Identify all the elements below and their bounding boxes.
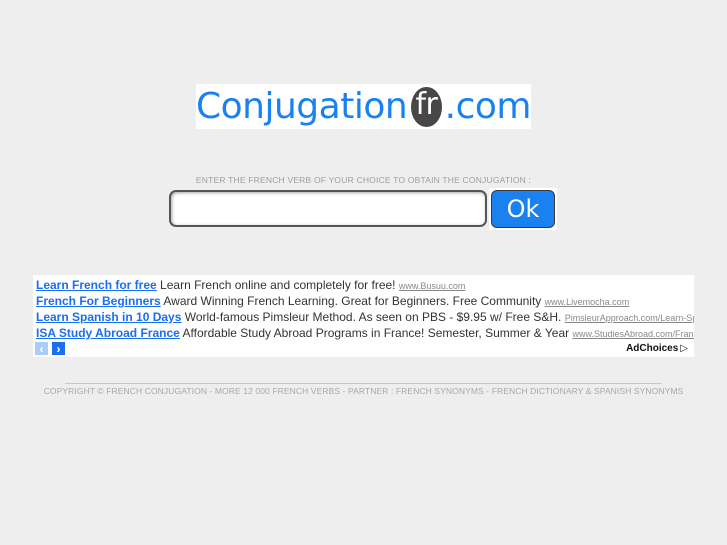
ad-text: Award Winning French Learning. Great for…	[163, 294, 542, 308]
logo-prefix: Conjugation	[196, 86, 408, 127]
ad-item: ISA Study Abroad France Affordable Study…	[36, 326, 694, 340]
logo-suffix: .com	[444, 86, 532, 127]
site-logo[interactable]: Conjugation fr .com	[196, 84, 532, 129]
adchoices-icon: ▷	[680, 343, 688, 354]
logo-fr-badge: fr	[411, 86, 442, 127]
search-prompt: ENTER THE FRENCH VERB OF YOUR CHOICE TO …	[195, 175, 532, 185]
ad-item: Learn Spanish in 10 Days World-famous Pi…	[36, 310, 694, 324]
ad-title-link[interactable]: Learn Spanish in 10 Days	[36, 310, 181, 324]
ad-title-link[interactable]: ISA Study Abroad France	[36, 326, 180, 340]
ad-url-link[interactable]: www.Livemocha.com	[545, 297, 630, 307]
ad-text: World-famous Pimsleur Method. As seen on…	[184, 310, 562, 324]
ad-url-link[interactable]: www.Busuu.com	[399, 281, 466, 291]
adchoices-link[interactable]: AdChoices ▷	[626, 343, 688, 354]
ok-button-wrapper: Ok	[489, 188, 557, 230]
chevron-left-icon: ‹	[39, 341, 44, 356]
verb-search-input[interactable]	[169, 190, 487, 227]
footer-separator: -	[483, 386, 492, 396]
ad-item: Learn French for free Learn French onlin…	[36, 278, 465, 292]
footer-copyright: COPYRIGHT © FRENCH CONJUGATION - MORE 12…	[43, 386, 396, 396]
ad-url-link[interactable]: PimsleurApproach.com/Learn-Spanish	[565, 313, 694, 323]
footer-link-french-synonyms[interactable]: FRENCH SYNONYMS	[396, 386, 484, 396]
ad-block: Learn French for free Learn French onlin…	[33, 275, 694, 357]
footer-separator: &	[583, 386, 594, 396]
ad-prev-button[interactable]: ‹	[35, 342, 48, 355]
ad-text: Learn French online and completely for f…	[160, 278, 396, 292]
ad-item: French For Beginners Award Winning Frenc…	[36, 294, 629, 308]
ad-url-link[interactable]: www.StudiesAbroad.com/France	[572, 329, 694, 339]
chevron-right-icon: ›	[56, 341, 61, 356]
footer: COPYRIGHT © FRENCH CONJUGATION - MORE 12…	[0, 386, 727, 396]
footer-link-french-dictionary[interactable]: FRENCH DICTIONARY	[492, 386, 584, 396]
ad-text: Affordable Study Abroad Programs in Fran…	[182, 326, 570, 340]
ad-next-button[interactable]: ›	[52, 342, 65, 355]
ad-title-link[interactable]: Learn French for free	[36, 278, 157, 292]
ad-title-link[interactable]: French For Beginners	[36, 294, 161, 308]
adchoices-label: AdChoices	[626, 343, 679, 354]
ok-button[interactable]: Ok	[491, 190, 555, 228]
footer-link-spanish-synonyms[interactable]: SPANISH SYNONYMS	[594, 386, 683, 396]
footer-divider	[65, 383, 662, 384]
